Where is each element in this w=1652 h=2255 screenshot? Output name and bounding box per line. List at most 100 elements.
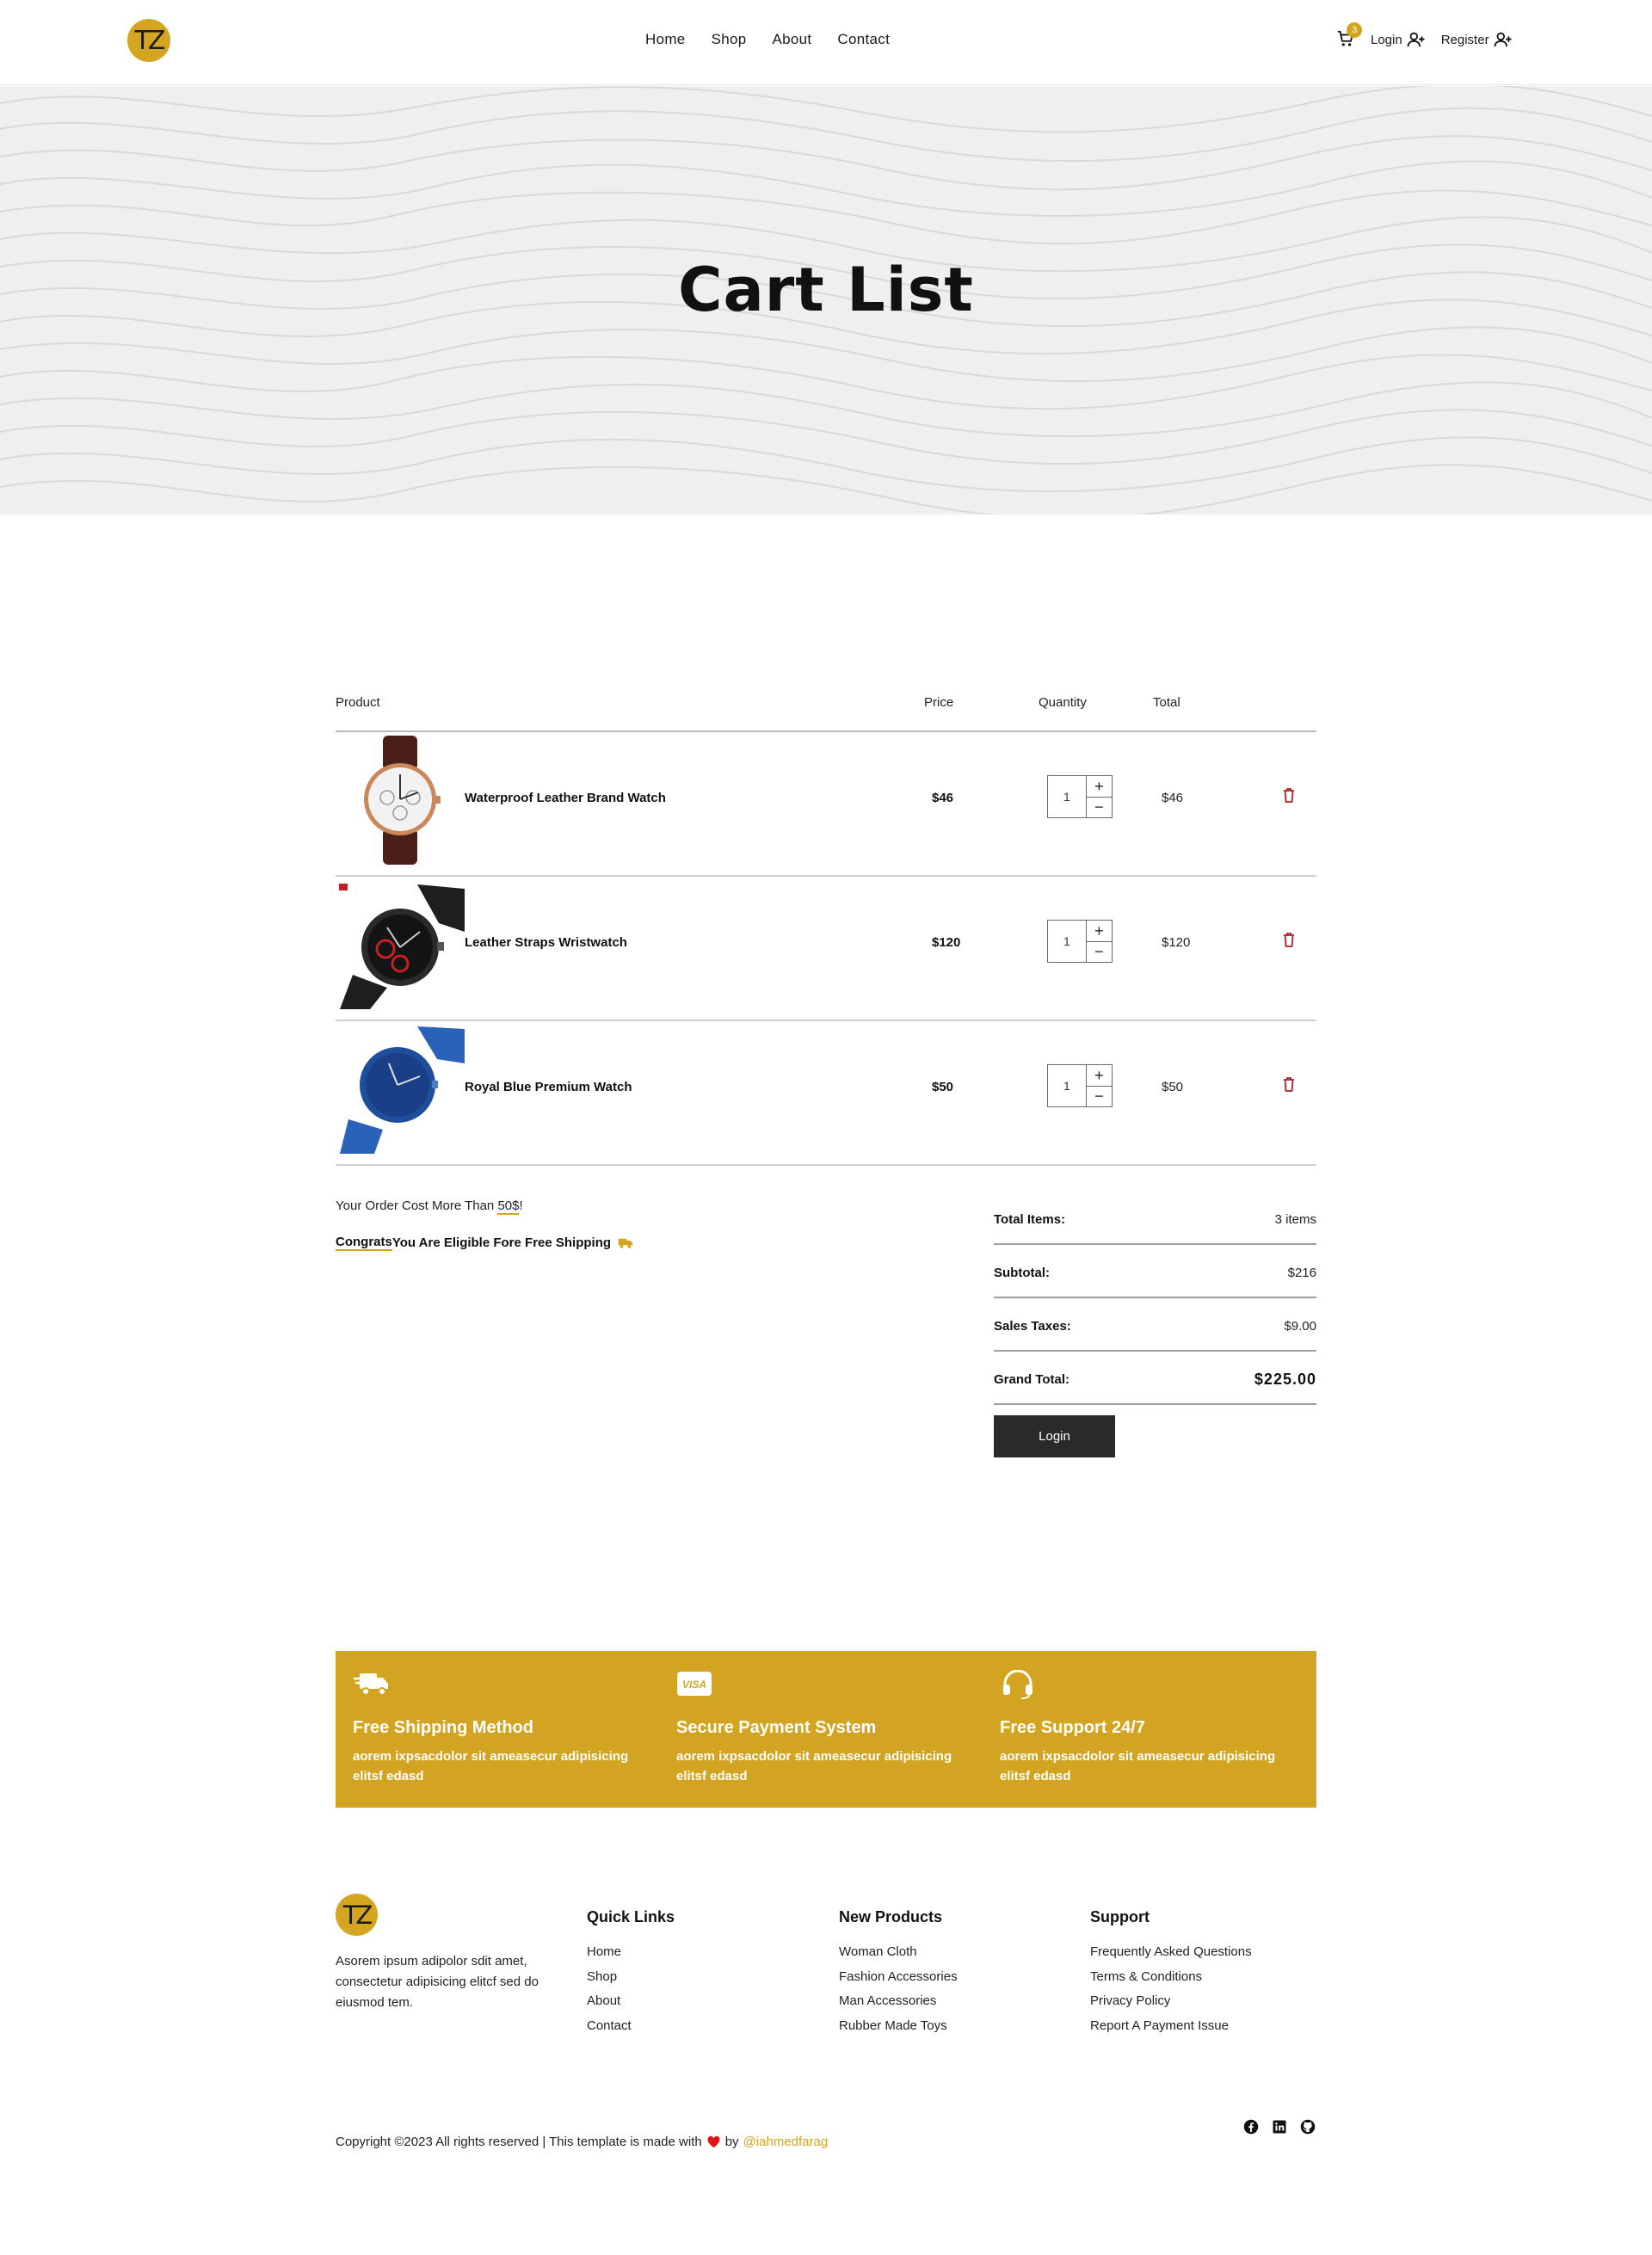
summary-label: Total Items: <box>994 1211 1066 1227</box>
checkout-login-button[interactable]: Login <box>994 1415 1115 1457</box>
product-name[interactable]: Waterproof Leather Brand Watch <box>465 791 666 805</box>
product-price: $46 <box>932 791 954 805</box>
features-strip: Free Shipping Method aorem ixpsacdolor s… <box>336 1651 1316 1808</box>
footer-link-man-accessories[interactable]: Man Accessories <box>839 1989 958 2014</box>
feature-text: aorem ixpsacdolor sit ameasecur adipisic… <box>353 1749 629 1784</box>
svg-text:VISA: VISA <box>682 1679 706 1691</box>
site-header: TZ Home Shop About Contact 3 Login Regis… <box>0 0 1652 85</box>
decrease-quantity-button[interactable]: − <box>1087 798 1112 818</box>
row-total: $50 <box>1162 1080 1184 1094</box>
footer-column-title: Quick Links <box>587 1908 675 1925</box>
congrats-text: You Are Eligible Fore Free Shipping <box>391 1235 612 1250</box>
product-image-watch-black-red[interactable] <box>336 880 465 1009</box>
author-link[interactable]: @iahmedfarag <box>743 2135 829 2149</box>
footer-link-about[interactable]: About <box>587 1989 675 2014</box>
copyright-text: Copyright ©2023 All rights reserved | Th… <box>336 2135 702 2149</box>
summary-value: 3 items <box>1274 1211 1316 1227</box>
feature-title: Free Shipping Method <box>353 1718 533 1737</box>
linkedin-icon[interactable] <box>1272 2119 1287 2135</box>
quantity-input[interactable]: 1 <box>1048 776 1087 817</box>
headset-icon <box>1003 1669 1032 1699</box>
order-summary: Total Items: 3 items Subtotal: $216 Sale… <box>994 1192 1316 1405</box>
column-header-quantity: Quantity <box>1039 695 1087 710</box>
nav-home[interactable]: Home <box>645 31 686 48</box>
feature-text: aorem ixpsacdolor sit ameasecur adipisic… <box>1000 1749 1276 1784</box>
trash-icon[interactable] <box>1282 787 1296 803</box>
cart-button[interactable]: 3 <box>1336 22 1362 50</box>
footer-about-text: Asorem ipsum adipolor sdit amet, consect… <box>336 1954 539 2010</box>
quantity-input[interactable]: 1 <box>1048 1065 1087 1106</box>
increase-quantity-button[interactable]: + <box>1086 1065 1112 1087</box>
header-actions: 3 Login Register <box>1336 22 1528 50</box>
footer-link-faq[interactable]: Frequently Asked Questions <box>1090 1940 1252 1965</box>
footer-link-contact[interactable]: Contact <box>587 2014 675 2039</box>
login-link[interactable]: Login <box>1371 31 1426 48</box>
footer-link-privacy[interactable]: Privacy Policy <box>1090 1989 1252 2014</box>
trash-icon[interactable] <box>1282 932 1296 947</box>
page-title: Cart List <box>678 255 974 325</box>
feature-item: Free Support 24/7 aorem ixpsacdolor sit … <box>1000 1669 1284 1786</box>
grand-total-value: $225.00 <box>1254 1370 1316 1388</box>
footer-link-report-payment[interactable]: Report A Payment Issue <box>1090 2014 1252 2039</box>
nav-contact[interactable]: Contact <box>837 31 890 48</box>
column-header-product: Product <box>336 695 380 710</box>
column-header-total: Total <box>1153 695 1180 710</box>
visa-icon: VISA <box>677 1672 712 1696</box>
quantity-stepper: 1 + − <box>1047 920 1113 963</box>
congrats-word: Congrats <box>336 1235 392 1251</box>
feature-item: Free Shipping Method aorem ixpsacdolor s… <box>353 1670 637 1786</box>
facebook-icon[interactable] <box>1243 2119 1259 2135</box>
footer-new-products: New Products Woman Cloth Fashion Accesso… <box>839 1908 958 2038</box>
decrease-quantity-button[interactable]: − <box>1087 942 1112 963</box>
heart-icon <box>707 2135 720 2147</box>
product-name[interactable]: Leather Straps Wristwatch <box>465 935 627 950</box>
table-row: Royal Blue Premium Watch $50 1 + − $50 <box>336 1021 1316 1166</box>
summary-label: Grand Total: <box>994 1371 1070 1387</box>
increase-quantity-button[interactable]: + <box>1086 776 1112 798</box>
decrease-quantity-button[interactable]: − <box>1087 1087 1112 1107</box>
footer-link-shop[interactable]: Shop <box>587 1965 675 1990</box>
copyright-by: by <box>724 2135 739 2149</box>
product-price: $120 <box>932 935 961 950</box>
feature-title: Secure Payment System <box>676 1718 877 1737</box>
page-banner: Cart List <box>0 86 1652 514</box>
footer-column-title: Support <box>1090 1908 1150 1925</box>
summary-label: Sales Taxes: <box>994 1318 1071 1334</box>
quantity-stepper: 1 + − <box>1047 1064 1113 1107</box>
summary-row: Subtotal: $216 <box>994 1245 1316 1298</box>
threshold-text-prefix: Your Order Cost More Than <box>336 1198 498 1213</box>
footer-quick-links: Quick Links Home Shop About Contact <box>587 1908 675 2038</box>
github-icon[interactable] <box>1300 2119 1316 2135</box>
product-price: $50 <box>932 1080 954 1094</box>
register-link[interactable]: Register <box>1441 31 1513 48</box>
truck-icon <box>618 1238 633 1248</box>
footer-logo[interactable]: TZ <box>336 1894 378 1936</box>
footer-link-rubber-made-toys[interactable]: Rubber Made Toys <box>839 2014 958 2039</box>
row-total: $120 <box>1162 935 1191 950</box>
product-image-watch-leather-brown[interactable] <box>336 736 465 865</box>
threshold-text-suffix: ! <box>519 1198 523 1213</box>
nav-shop[interactable]: Shop <box>712 31 747 48</box>
trash-icon[interactable] <box>1282 1076 1296 1092</box>
feature-title: Free Support 24/7 <box>1000 1718 1145 1737</box>
login-label: Login <box>1371 32 1402 47</box>
nav-about[interactable]: About <box>772 31 811 48</box>
brand-logo[interactable]: TZ <box>127 19 170 62</box>
quantity-input[interactable]: 1 <box>1048 921 1087 962</box>
footer-link-woman-cloth[interactable]: Woman Cloth <box>839 1940 958 1965</box>
free-shipping-threshold-message: Your Order Cost More Than 50$! <box>336 1198 523 1215</box>
increase-quantity-button[interactable]: + <box>1086 921 1112 942</box>
cart-count-badge: 3 <box>1347 22 1362 38</box>
product-name[interactable]: Royal Blue Premium Watch <box>465 1080 632 1094</box>
summary-value: $9.00 <box>1284 1318 1316 1334</box>
product-image-watch-blue-mesh[interactable] <box>336 1025 465 1154</box>
summary-row: Total Items: 3 items <box>994 1192 1316 1245</box>
copyright: Copyright ©2023 All rights reserved | Th… <box>336 2135 828 2149</box>
table-row: Waterproof Leather Brand Watch $46 1 + −… <box>336 732 1316 877</box>
main-nav: Home Shop About Contact <box>645 31 915 48</box>
row-total: $46 <box>1162 791 1184 805</box>
footer-link-home[interactable]: Home <box>587 1940 675 1965</box>
table-row: Leather Straps Wristwatch $120 1 + − $12… <box>336 877 1316 1021</box>
footer-link-fashion-accessories[interactable]: Fashion Accessories <box>839 1965 958 1990</box>
footer-link-terms[interactable]: Terms & Conditions <box>1090 1965 1252 1990</box>
